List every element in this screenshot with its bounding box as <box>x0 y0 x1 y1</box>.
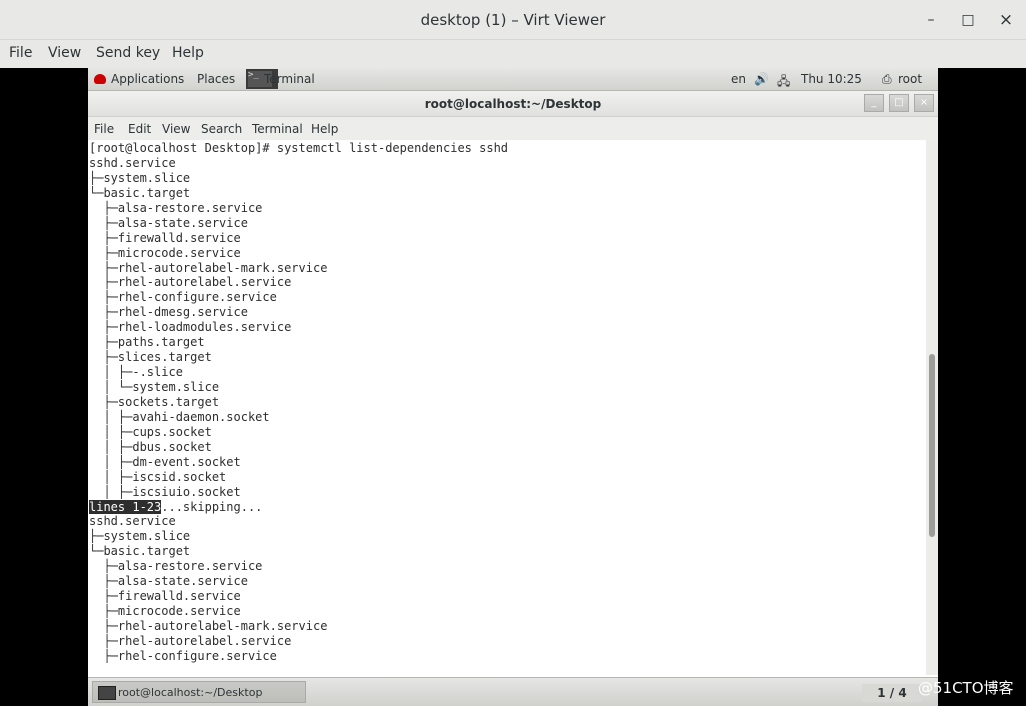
network-icon[interactable]: 🖧 <box>777 72 790 93</box>
terminal-line: │ ├─dbus.socket <box>89 439 212 454</box>
taskbar-terminal-label: root@localhost:~/Desktop <box>118 686 263 699</box>
terminal-line: sshd.service <box>89 514 176 529</box>
gnome-bottom-panel: root@localhost:~/Desktop 1 / 4 <box>88 677 938 706</box>
pager-skipping: ...skipping... <box>161 499 263 514</box>
user-menu[interactable]: root <box>898 72 922 86</box>
terminal-line: │ ├─iscsiuio.socket <box>89 484 241 499</box>
terminal-line: ├─system.slice <box>89 170 191 185</box>
scrollbar-thumb[interactable] <box>929 354 935 537</box>
clock[interactable]: Thu 10:25 <box>801 72 862 86</box>
terminal-titlebar: root@localhost:~/Desktop _ □ × <box>88 91 938 117</box>
redhat-logo-icon <box>94 74 106 84</box>
watermark-text: @51CTO博客 <box>918 679 1014 697</box>
terminal-title: root@localhost:~/Desktop <box>424 97 602 111</box>
terminal-menu-view[interactable]: View <box>162 122 190 136</box>
terminal-line: ├─rhel-autorelabel-mark.service <box>89 619 328 633</box>
terminal-line: ├─rhel-autorelabel.service <box>89 633 292 648</box>
terminal-line: ├─microcode.service <box>89 245 241 260</box>
menu-view[interactable]: View <box>48 45 81 61</box>
terminal-line: ├─sockets.target <box>89 394 220 409</box>
terminal-line: ├─alsa-restore.service <box>89 559 263 574</box>
pager-status-line: lines 1-23...skipping... <box>89 499 508 515</box>
places-menu[interactable]: Places <box>197 72 235 86</box>
volume-icon[interactable]: 🔊 <box>754 72 769 86</box>
terminal-line: ├─microcode.service <box>89 604 241 619</box>
terminal-line: └─basic.target <box>89 544 191 559</box>
terminal-minimize-button[interactable]: _ <box>864 94 884 112</box>
viewer-titlebar: desktop (1) – Virt Viewer – □ × <box>0 0 1026 40</box>
terminal-line: │ ├─dm-event.socket <box>89 454 241 469</box>
terminal-line: ├─rhel-configure.service <box>89 648 277 663</box>
terminal-menu-search[interactable]: Search <box>201 122 242 136</box>
workspace-switcher[interactable]: 1 / 4 <box>862 684 922 702</box>
terminal-line: │ ├─iscsid.socket <box>89 469 227 484</box>
terminal-line: ├─rhel-dmesg.service <box>89 305 248 320</box>
terminal-scrollbar[interactable] <box>926 140 938 675</box>
terminal-line: ├─firewalld.service <box>89 230 241 245</box>
applications-menu[interactable]: Applications <box>94 72 184 86</box>
terminal-close-button[interactable]: × <box>914 94 934 112</box>
terminal-output[interactable]: [root@localhost Desktop]# systemctl list… <box>88 140 926 675</box>
terminal-line: │ ├─-.slice <box>89 365 183 380</box>
terminal-line: ├─alsa-restore.service <box>89 200 263 215</box>
pager-highlight: lines 1-23 <box>89 499 162 514</box>
user-icon: ⎙ <box>882 72 892 86</box>
applications-label: Applications <box>111 72 185 86</box>
viewer-window-title: desktop (1) – Virt Viewer <box>420 11 606 29</box>
maximize-button[interactable]: □ <box>957 9 979 31</box>
terminal-menu-help[interactable]: Help <box>311 122 338 136</box>
terminal-icon <box>98 686 116 700</box>
minimize-button[interactable]: – <box>920 9 942 31</box>
terminal-line: ├─slices.target <box>89 350 212 365</box>
close-button[interactable]: × <box>995 9 1017 31</box>
terminal-line: │ └─system.slice <box>89 380 220 394</box>
terminal-menu-file[interactable]: File <box>94 122 114 136</box>
language-indicator[interactable]: en <box>731 72 746 86</box>
terminal-menu-edit[interactable]: Edit <box>128 122 151 136</box>
terminal-line: ├─alsa-state.service <box>89 215 248 230</box>
terminal-line: │ ├─cups.socket <box>89 424 212 439</box>
terminal-line: ├─system.slice <box>89 529 191 544</box>
viewer-menubar: File View Send key Help <box>0 40 1026 68</box>
guest-display[interactable]: Applications Places >_ Terminal en 🔊 🖧 T… <box>88 68 938 706</box>
terminal-menu-terminal[interactable]: Terminal <box>252 122 303 136</box>
menu-send-key[interactable]: Send key <box>96 45 160 61</box>
terminal-line: ├─rhel-loadmodules.service <box>89 320 292 335</box>
menu-file[interactable]: File <box>9 45 32 61</box>
terminal-task-label[interactable]: Terminal <box>264 72 315 86</box>
terminal-line: ├─rhel-autorelabel.service <box>89 275 292 290</box>
menu-help[interactable]: Help <box>172 45 204 61</box>
taskbar-terminal-button[interactable]: root@localhost:~/Desktop <box>92 681 306 703</box>
terminal-line: ├─alsa-state.service <box>89 574 248 589</box>
terminal-line: [root@localhost Desktop]# systemctl list… <box>89 141 509 155</box>
terminal-line: ├─rhel-autorelabel-mark.service <box>89 260 328 275</box>
terminal-line: └─basic.target <box>89 185 191 200</box>
terminal-line: ├─paths.target <box>89 335 205 350</box>
terminal-menubar: File Edit View Search Terminal Help <box>88 117 938 140</box>
terminal-line: │ ├─avahi-daemon.socket <box>89 409 270 424</box>
terminal-lines: [root@localhost Desktop]# systemctl list… <box>89 141 508 664</box>
terminal-line: ├─rhel-configure.service <box>89 290 277 305</box>
terminal-line: sshd.service <box>89 155 176 170</box>
terminal-maximize-button[interactable]: □ <box>889 94 909 112</box>
gnome-top-panel: Applications Places >_ Terminal en 🔊 🖧 T… <box>88 68 938 91</box>
terminal-line: ├─firewalld.service <box>89 589 241 604</box>
